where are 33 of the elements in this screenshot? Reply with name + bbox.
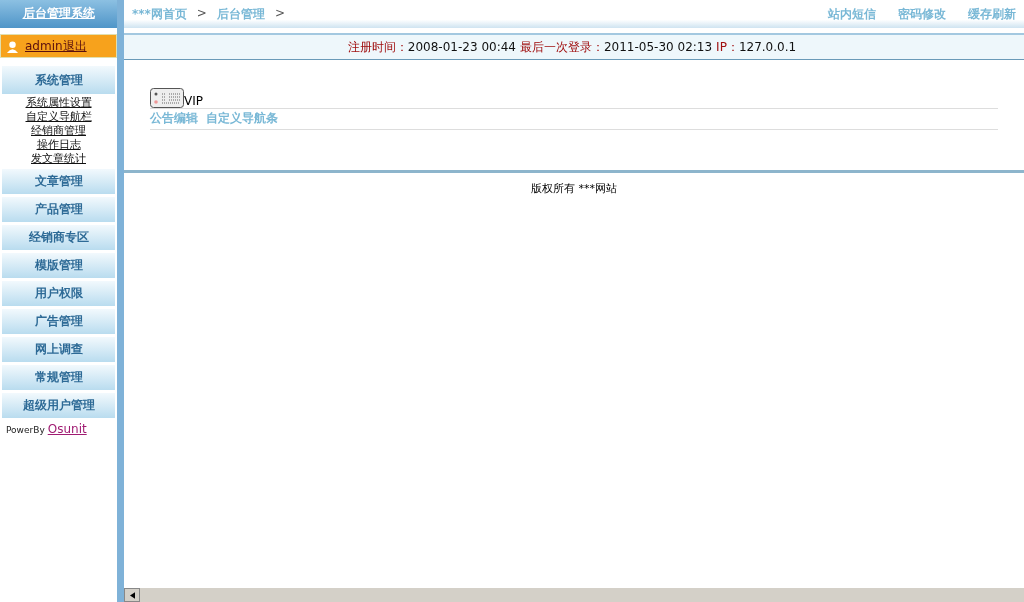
powered-by-link[interactable]: Osunit (47, 422, 87, 436)
sidebar-title: 后台管理系统 (0, 0, 117, 28)
menu-group-header[interactable]: 产品管理 (2, 197, 115, 222)
id-card-icon (150, 88, 184, 108)
menu-group-header[interactable]: 文章管理 (2, 169, 115, 194)
menu-group-header[interactable]: 用户权限 (2, 281, 115, 306)
info-label: 最后一次登录： (519, 38, 604, 56)
breadcrumb-separator: > (196, 5, 207, 22)
menu-group-header[interactable]: 经销商专区 (2, 225, 115, 250)
menu-group-header[interactable]: 模版管理 (2, 253, 115, 278)
powered-by-label: PowerBy (6, 425, 45, 435)
menu-group-header[interactable]: 广告管理 (2, 309, 115, 334)
horizontal-scrollbar[interactable] (124, 587, 1024, 602)
menu-item[interactable]: 经销商管理 (31, 124, 86, 138)
scroll-left-button[interactable] (124, 588, 140, 602)
breadcrumb-separator: > (274, 5, 285, 22)
info-value: 2008-01-23 00:44 (407, 40, 516, 54)
menu-item[interactable]: 自定义导航栏 (25, 110, 92, 124)
menu-group-header[interactable]: 系统管理 (2, 66, 115, 94)
menu-item[interactable]: 发文章统计 (31, 152, 86, 166)
info-label: IP： (716, 38, 739, 56)
info-label: 注册时间： (347, 38, 408, 56)
menu-group-header[interactable]: 常规管理 (2, 365, 115, 390)
menu-group-header[interactable]: 超级用户管理 (2, 393, 115, 418)
info-value: 127.0.0.1 (738, 40, 797, 54)
left-arrow-icon (129, 591, 135, 599)
menu-item[interactable]: 操作日志 (36, 138, 81, 152)
copyright-text: 版权所有 ***网站 (531, 182, 617, 195)
menu-group-header[interactable]: 网上调查 (2, 337, 115, 362)
info-value: 2011-05-30 02:13 (603, 40, 713, 54)
user-icon (6, 39, 19, 53)
vip-heading: VIP (184, 94, 203, 108)
menu-item[interactable]: 系统属性设置 (25, 96, 92, 110)
